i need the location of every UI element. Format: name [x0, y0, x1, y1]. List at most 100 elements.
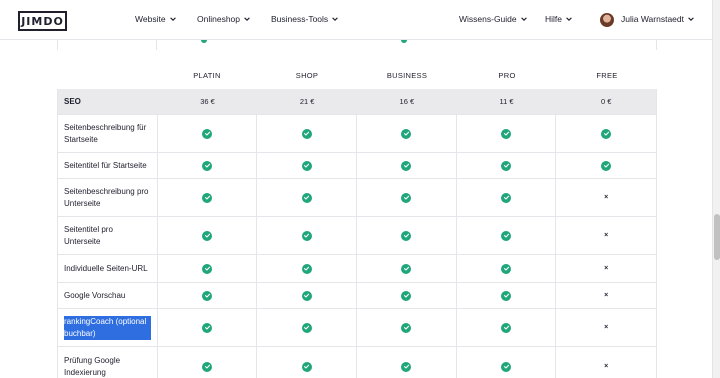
cell-business [357, 347, 457, 378]
check-icon [501, 230, 511, 241]
cross-icon: × [604, 324, 609, 331]
feature-label: Seitentitel pro Unterseite [58, 217, 158, 254]
page-scrollbar[interactable] [712, 0, 720, 378]
cell-business [357, 115, 457, 152]
feature-label-text: Seitentitel pro Unterseite [64, 224, 113, 246]
cross-icon: × [604, 265, 609, 272]
feature-label-text: Individuelle Seiten-URL [64, 263, 148, 273]
chevron-down-icon [332, 17, 338, 21]
check-icon [401, 160, 412, 171]
check-icon [301, 230, 312, 241]
check-icon [401, 230, 412, 241]
check-icon [501, 128, 511, 139]
nav-wissens-guide[interactable]: Wissens-Guide [459, 14, 528, 24]
price-business: 16 € [399, 97, 415, 106]
check-icon [401, 40, 407, 43]
cell-platin [158, 153, 258, 178]
check-icon [202, 160, 213, 171]
check-icon [202, 322, 213, 333]
check-icon [301, 192, 312, 203]
cell-pro [457, 309, 557, 346]
check-icon [401, 290, 412, 301]
table-row: Prüfung Google Indexierung × [58, 347, 656, 378]
cell-pro [457, 347, 557, 378]
nav-hilfe[interactable]: Hilfe [545, 14, 573, 24]
check-icon [501, 192, 511, 203]
cell-business [357, 255, 457, 282]
check-icon [501, 322, 511, 333]
feature-label: Seitenbeschreibung pro Unterseite [58, 179, 158, 216]
cell-platin [158, 115, 258, 152]
nav-website[interactable]: Website [135, 14, 177, 24]
user-menu[interactable]: Julia Warnstaedt [621, 14, 695, 24]
cell-platin [158, 179, 258, 216]
cell-platin [158, 347, 258, 378]
cell-free: × [556, 179, 656, 216]
cell-shop [257, 179, 358, 216]
check-icon [301, 290, 312, 301]
table-row: Seitenbeschreibung für Startseite [58, 115, 656, 153]
top-navigation: JIMDO Website Onlineshop Business-Tools … [0, 0, 712, 40]
check-icon [401, 128, 412, 139]
price-platin: 36 € [200, 97, 215, 106]
chevron-down-icon [520, 17, 527, 21]
chevron-down-icon [566, 17, 572, 21]
cell-free: × [556, 217, 656, 254]
cross-icon: × [604, 292, 609, 299]
feature-label-text: Seitenbeschreibung pro Unterseite [64, 186, 149, 208]
cell-free: × [556, 283, 656, 308]
nav-onlineshop-label: Onlineshop [197, 14, 241, 24]
feature-label: Individuelle Seiten-URL [58, 255, 158, 282]
price-shop: 21 € [299, 97, 315, 106]
nav-business-tools-label: Business-Tools [271, 14, 329, 24]
jimdo-logo[interactable]: JIMDO [18, 11, 67, 31]
cell-business [357, 179, 457, 216]
pricing-comparison-table: PLATIN SHOP BUSINESS PRO FREE SEO 36 € 2… [57, 40, 657, 378]
check-icon [401, 263, 412, 274]
cell-free [556, 153, 656, 178]
chevron-down-icon [244, 17, 250, 21]
plan-header-row: PLATIN SHOP BUSINESS PRO FREE [57, 71, 657, 85]
check-icon [501, 160, 511, 171]
feature-grid: SEO 36 € 21 € 16 € 11 € 0 € Seitenbeschr… [57, 89, 657, 378]
feature-label: rankingCoach (optional buchbar) [58, 309, 158, 346]
section-header-seo: SEO 36 € 21 € 16 € 11 € 0 € [58, 89, 656, 115]
cell-business [357, 283, 457, 308]
plan-free: FREE [596, 71, 618, 80]
check-icon [301, 322, 312, 333]
plan-business: BUSINESS [386, 71, 428, 80]
cell-shop [257, 255, 358, 282]
section-title: SEO [64, 96, 81, 106]
check-icon [202, 128, 213, 139]
chevron-down-icon [169, 17, 176, 21]
cell-business [357, 217, 457, 254]
cell-pro [457, 217, 557, 254]
nav-hilfe-label: Hilfe [545, 14, 563, 24]
check-icon [202, 230, 213, 241]
cross-icon: × [604, 363, 609, 370]
feature-label: Seitenbeschreibung für Startseite [58, 115, 158, 152]
check-icon [501, 290, 511, 301]
scrollbar-thumb[interactable] [714, 214, 720, 260]
feature-label-text: Seitenbeschreibung für Startseite [64, 122, 147, 144]
cell-pro [457, 283, 557, 308]
check-icon [301, 128, 312, 139]
feature-label-text: rankingCoach (optional buchbar) [64, 315, 151, 340]
nav-business-tools[interactable]: Business-Tools [271, 14, 339, 24]
cell-shop [257, 347, 358, 378]
cross-icon: × [604, 194, 609, 201]
cell-pro [457, 153, 557, 178]
cross-icon: × [604, 232, 609, 239]
cell-platin [158, 255, 258, 282]
table-row: Seitentitel pro Unterseite × [58, 217, 656, 255]
check-icon [202, 290, 213, 301]
table-row: Google Vorschau × [58, 283, 656, 309]
cell-pro [457, 255, 557, 282]
cell-pro [457, 115, 557, 152]
cell-shop [257, 283, 358, 308]
nav-wissens-guide-label: Wissens-Guide [459, 14, 517, 24]
user-avatar[interactable] [600, 13, 614, 27]
check-icon [601, 128, 612, 139]
cell-free [556, 115, 656, 152]
nav-onlineshop[interactable]: Onlineshop [197, 14, 251, 24]
